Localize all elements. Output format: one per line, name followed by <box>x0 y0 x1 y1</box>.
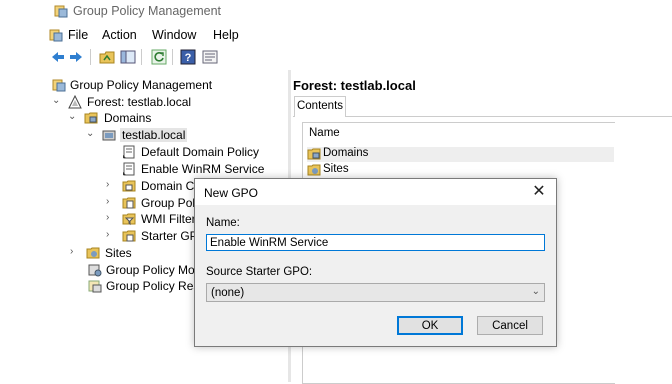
up-folder-icon[interactable] <box>99 49 115 65</box>
toolbar-separator <box>172 49 173 65</box>
tree-item-label: Enable WinRM Service <box>141 162 265 176</box>
tab-strip <box>293 96 672 117</box>
menu-action[interactable]: Action <box>102 28 137 42</box>
tree-item-label: Group Policy Management <box>70 78 213 92</box>
tree-item-gp-results[interactable]: Group Policy Resu <box>88 278 196 294</box>
list-item-sites[interactable]: Sites <box>307 163 607 178</box>
tree-item-label: Sites <box>105 246 132 260</box>
gpo-name-input[interactable] <box>206 234 545 251</box>
properties-icon[interactable] <box>202 49 218 65</box>
window-title: Group Policy Management <box>73 4 221 18</box>
tree-item-label: Group Policy Resu <box>106 279 196 293</box>
menu-app-icon[interactable] <box>49 28 63 42</box>
tree-item-sites[interactable]: › Sites <box>70 245 190 261</box>
forward-arrow-icon[interactable] <box>68 49 84 65</box>
gp-modeling-icon <box>88 264 102 277</box>
starter-gpo-folder-icon <box>122 230 136 242</box>
starter-gpo-value: (none) <box>211 287 245 299</box>
tree-item-label: Domain Co <box>141 179 196 193</box>
tree-item-gpo-folder[interactable]: › Group Poli <box>106 195 196 211</box>
tree-item-label: WMI Filters <box>141 212 196 226</box>
menu-window[interactable]: Window <box>152 28 196 42</box>
toolbar-separator <box>141 49 142 65</box>
collapse-chevron-icon[interactable]: ⌄ <box>68 112 78 122</box>
name-label: Name: <box>206 217 240 229</box>
gpo-link-icon <box>123 162 135 176</box>
gpo-folder-icon <box>122 197 136 209</box>
tab-contents[interactable]: Contents <box>294 96 346 117</box>
refresh-icon[interactable] <box>151 49 167 65</box>
cancel-button[interactable]: Cancel <box>477 316 543 335</box>
gpo-link-icon <box>123 145 135 159</box>
ok-button[interactable]: OK <box>397 316 463 335</box>
tree-item-domains[interactable]: ⌄ Domains <box>68 110 268 126</box>
back-arrow-icon[interactable] <box>50 49 66 65</box>
expand-chevron-icon[interactable]: › <box>106 213 116 223</box>
expand-chevron-icon[interactable]: › <box>106 197 116 207</box>
chevron-down-icon: ⌄ <box>531 286 540 297</box>
dialog-title: New GPO <box>204 186 259 200</box>
tree-item-label: Domains <box>104 111 152 125</box>
tree-item-gp-modeling[interactable]: Group Policy Mod <box>88 262 196 278</box>
tree-item-label: Group Poli <box>141 196 196 210</box>
close-icon[interactable]: ✕ <box>529 182 549 202</box>
ou-folder-icon <box>122 180 136 192</box>
tree-item-label: testlab.local <box>120 128 188 142</box>
svg-text:?: ? <box>185 52 192 64</box>
help-icon[interactable]: ? <box>180 49 196 65</box>
details-title: Forest: testlab.local <box>293 78 416 93</box>
column-header-name[interactable]: Name <box>309 127 340 139</box>
menu-file[interactable]: File <box>68 28 88 42</box>
starter-gpo-select[interactable]: (none) ⌄ <box>206 283 545 302</box>
tree-item-gpm-root[interactable]: Group Policy Management <box>52 77 282 93</box>
list-item-label: Sites <box>323 163 349 175</box>
tree-item-label: Group Policy Mod <box>106 263 196 277</box>
sites-folder-icon <box>307 164 321 176</box>
wmi-folder-icon <box>122 213 136 226</box>
expand-chevron-icon[interactable]: › <box>106 230 116 240</box>
gp-results-icon <box>88 280 102 293</box>
toolbar-separator <box>90 49 91 65</box>
domains-folder-icon <box>84 112 98 124</box>
collapse-chevron-icon[interactable]: ⌄ <box>52 96 62 106</box>
gpmc-window: Group Policy Management File Action Wind… <box>0 0 672 384</box>
domains-folder-icon <box>307 148 321 160</box>
sites-folder-icon <box>86 247 100 259</box>
tree-item-starter-gpos[interactable]: › Starter GPO <box>106 228 196 244</box>
forest-icon <box>68 95 82 109</box>
list-item-label: Domains <box>323 147 369 159</box>
gpmc-app-icon <box>54 5 68 18</box>
show-hide-tree-icon[interactable] <box>120 49 136 65</box>
tree-item-domain-controllers[interactable]: › Domain Co <box>106 178 196 194</box>
new-gpo-dialog: New GPO ✕ Name: Source Starter GPO: (non… <box>194 178 557 347</box>
domain-icon <box>102 130 116 141</box>
list-item-domains[interactable]: Domains <box>307 147 614 162</box>
expand-chevron-icon[interactable]: › <box>70 247 80 257</box>
starter-gpo-label: Source Starter GPO: <box>206 266 313 278</box>
gpm-root-icon <box>52 79 66 92</box>
expand-chevron-icon[interactable]: › <box>106 180 116 190</box>
tree-item-label: Starter GPO <box>141 229 196 243</box>
collapse-chevron-icon[interactable]: ⌄ <box>86 129 96 139</box>
tree-item-wmi-filters[interactable]: › WMI Filters <box>106 211 196 227</box>
tree-item-forest[interactable]: ⌄ Forest: testlab.local <box>52 94 282 110</box>
menu-help[interactable]: Help <box>213 28 239 42</box>
tree-item-domain[interactable]: ⌄ testlab.local <box>86 127 286 143</box>
tree-item-gpo-link[interactable]: Enable WinRM Service <box>122 161 292 177</box>
tree-item-gpo-link[interactable]: Default Domain Policy <box>122 144 292 160</box>
tree-item-label: Default Domain Policy <box>141 145 260 159</box>
tree-item-label: Forest: testlab.local <box>87 95 192 109</box>
